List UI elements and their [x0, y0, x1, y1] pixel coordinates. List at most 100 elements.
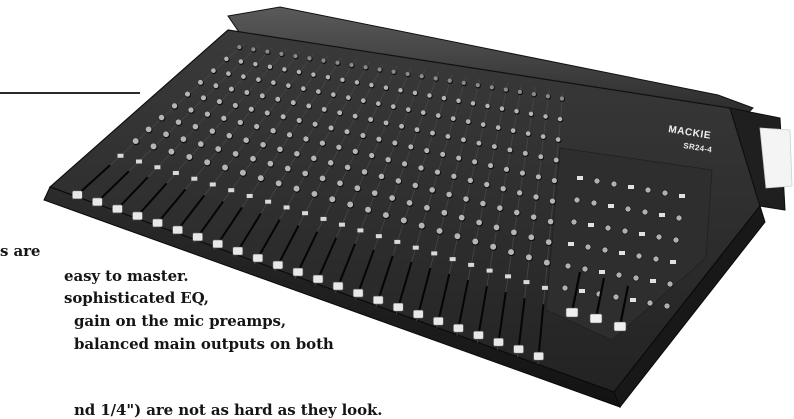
knob [408, 144, 414, 150]
knob [186, 153, 193, 160]
knob [365, 206, 372, 213]
master-button [588, 223, 594, 227]
knob [264, 110, 270, 116]
master-knob [581, 265, 589, 273]
fader-cap [453, 323, 464, 333]
knob [267, 64, 273, 69]
knob [522, 150, 528, 156]
knob [311, 72, 316, 77]
knob [209, 128, 216, 134]
knob [369, 82, 374, 88]
master-knob [570, 218, 578, 226]
knob [508, 249, 515, 256]
knob [237, 44, 242, 50]
knob [555, 137, 561, 142]
knob [243, 137, 249, 143]
channel-button [117, 153, 124, 158]
knob [321, 106, 327, 112]
knob [145, 126, 152, 133]
knob [531, 91, 537, 97]
knob [238, 59, 244, 64]
knob [204, 159, 211, 166]
master-knob [632, 274, 640, 282]
knob [398, 88, 403, 93]
knob [197, 141, 204, 147]
channel-button [209, 182, 216, 187]
master-knob [615, 271, 623, 279]
master-button [628, 185, 634, 189]
knob [500, 186, 506, 192]
fader-cap [513, 344, 524, 354]
knob [440, 151, 446, 157]
knob [525, 254, 532, 261]
knob [150, 143, 157, 150]
knob [158, 114, 165, 121]
master-knob [612, 293, 620, 301]
knob [321, 58, 326, 63]
knob [256, 77, 261, 82]
fader-cap [232, 246, 244, 256]
master-knob [646, 299, 654, 307]
fader-cap [533, 351, 544, 361]
knob [441, 209, 448, 216]
knob [461, 80, 466, 86]
knob [535, 174, 541, 180]
knob [430, 130, 435, 136]
channel-button [135, 159, 142, 164]
channel-button [338, 222, 345, 227]
master-knob [621, 227, 629, 235]
knob [180, 136, 187, 143]
knob [286, 83, 291, 88]
knob [232, 102, 238, 108]
knob [213, 83, 219, 89]
master-knob [655, 233, 663, 241]
knob [446, 191, 452, 198]
knob [302, 170, 309, 177]
knob [197, 79, 203, 85]
channel-button [283, 205, 290, 210]
knob [551, 178, 557, 184]
fader-cap [92, 197, 103, 207]
master-button [650, 279, 656, 283]
knob [516, 190, 523, 196]
knob [497, 205, 503, 211]
knob [352, 148, 358, 155]
knob [204, 111, 211, 117]
knob [389, 195, 396, 201]
knob [433, 76, 438, 81]
knob [538, 154, 544, 160]
knob [424, 204, 430, 211]
master-knob [590, 199, 598, 207]
channel-button [541, 285, 548, 290]
master-button [630, 298, 636, 302]
knob [392, 140, 398, 146]
knob [507, 147, 513, 153]
knob [344, 164, 351, 171]
master-button [670, 260, 676, 264]
knob [378, 173, 385, 180]
knob [441, 95, 447, 101]
knob [337, 110, 343, 116]
knob [257, 175, 264, 182]
knob [420, 110, 426, 115]
knob [354, 80, 360, 85]
knob [424, 147, 430, 154]
knob [547, 218, 554, 225]
master-button [659, 213, 665, 217]
knob [412, 182, 419, 189]
knob [376, 136, 382, 142]
master-button [608, 204, 614, 208]
knob [259, 93, 265, 99]
knob [290, 100, 296, 106]
knob [354, 185, 361, 192]
knob [349, 62, 354, 68]
master-knob [641, 208, 649, 216]
knob [419, 74, 424, 79]
knob [329, 196, 336, 203]
knob [275, 96, 281, 102]
knob [484, 181, 490, 188]
knob [330, 92, 336, 97]
master-knob [635, 252, 643, 260]
master-knob [663, 302, 671, 310]
knob [490, 243, 497, 250]
